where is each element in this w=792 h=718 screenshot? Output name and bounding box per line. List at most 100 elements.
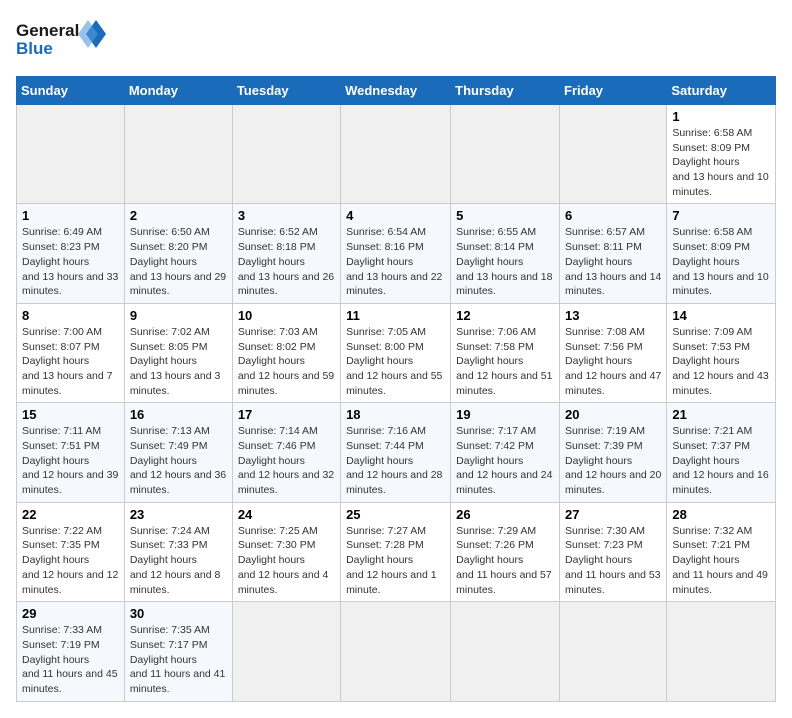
header: General Blue [16, 16, 776, 66]
sunrise-label: Sunrise: 7:08 AM [565, 326, 645, 338]
day-info: Sunrise: 7:35 AM Sunset: 7:17 PM Dayligh… [130, 623, 227, 696]
sunset-label: Sunset: 7:56 PM [565, 341, 643, 353]
day-number: 21 [672, 407, 770, 422]
calendar-cell: 19 Sunrise: 7:17 AM Sunset: 7:42 PM Dayl… [451, 403, 560, 502]
sunrise-label: Sunrise: 6:58 AM [672, 127, 752, 139]
weekday-sunday: Sunday [17, 77, 125, 105]
daylight-label: Daylight hours [456, 554, 523, 566]
calendar-cell: 20 Sunrise: 7:19 AM Sunset: 7:39 PM Dayl… [560, 403, 667, 502]
day-info: Sunrise: 7:33 AM Sunset: 7:19 PM Dayligh… [22, 623, 119, 696]
day-number: 22 [22, 507, 119, 522]
calendar-cell: 2 Sunrise: 6:50 AM Sunset: 8:20 PM Dayli… [124, 204, 232, 303]
sunrise-label: Sunrise: 6:54 AM [346, 226, 426, 238]
sunrise-label: Sunrise: 6:52 AM [238, 226, 318, 238]
daylight-label: Daylight hours [346, 455, 413, 467]
day-number: 8 [22, 308, 119, 323]
calendar-cell [124, 105, 232, 204]
day-info: Sunrise: 6:58 AM Sunset: 8:09 PM Dayligh… [672, 126, 770, 199]
daylight-value: and 12 hours and 36 minutes. [130, 469, 226, 496]
day-info: Sunrise: 6:54 AM Sunset: 8:16 PM Dayligh… [346, 225, 445, 298]
day-info: Sunrise: 7:14 AM Sunset: 7:46 PM Dayligh… [238, 424, 335, 497]
calendar-week-3: 15 Sunrise: 7:11 AM Sunset: 7:51 PM Dayl… [17, 403, 776, 502]
calendar-cell [232, 105, 340, 204]
sunset-label: Sunset: 7:35 PM [22, 539, 100, 551]
calendar-cell: 14 Sunrise: 7:09 AM Sunset: 7:53 PM Dayl… [667, 303, 776, 402]
calendar-cell [560, 105, 667, 204]
sunset-label: Sunset: 7:28 PM [346, 539, 424, 551]
calendar-cell: 1 Sunrise: 6:49 AM Sunset: 8:23 PM Dayli… [17, 204, 125, 303]
day-number: 20 [565, 407, 661, 422]
daylight-value: and 13 hours and 22 minutes. [346, 271, 442, 298]
day-info: Sunrise: 7:19 AM Sunset: 7:39 PM Dayligh… [565, 424, 661, 497]
calendar-cell: 16 Sunrise: 7:13 AM Sunset: 7:49 PM Dayl… [124, 403, 232, 502]
sunrise-label: Sunrise: 6:57 AM [565, 226, 645, 238]
day-number: 2 [130, 208, 227, 223]
sunrise-label: Sunrise: 7:14 AM [238, 425, 318, 437]
daylight-value: and 12 hours and 43 minutes. [672, 370, 768, 397]
day-number: 12 [456, 308, 554, 323]
day-info: Sunrise: 7:02 AM Sunset: 8:05 PM Dayligh… [130, 325, 227, 398]
daylight-label: Daylight hours [672, 554, 739, 566]
weekday-wednesday: Wednesday [341, 77, 451, 105]
daylight-value: and 13 hours and 3 minutes. [130, 370, 221, 397]
daylight-label: Daylight hours [672, 455, 739, 467]
calendar-cell [17, 105, 125, 204]
sunset-label: Sunset: 8:09 PM [672, 241, 750, 253]
day-number: 26 [456, 507, 554, 522]
sunset-label: Sunset: 8:18 PM [238, 241, 316, 253]
calendar-cell [560, 602, 667, 701]
sunset-label: Sunset: 7:49 PM [130, 440, 208, 452]
day-info: Sunrise: 7:27 AM Sunset: 7:28 PM Dayligh… [346, 524, 445, 597]
daylight-value: and 12 hours and 39 minutes. [22, 469, 118, 496]
daylight-label: Daylight hours [346, 355, 413, 367]
sunset-label: Sunset: 8:20 PM [130, 241, 208, 253]
daylight-label: Daylight hours [672, 355, 739, 367]
daylight-value: and 13 hours and 18 minutes. [456, 271, 552, 298]
calendar-cell: 21 Sunrise: 7:21 AM Sunset: 7:37 PM Dayl… [667, 403, 776, 502]
sunset-label: Sunset: 8:07 PM [22, 341, 100, 353]
day-number: 3 [238, 208, 335, 223]
sunset-label: Sunset: 7:51 PM [22, 440, 100, 452]
day-info: Sunrise: 7:16 AM Sunset: 7:44 PM Dayligh… [346, 424, 445, 497]
daylight-label: Daylight hours [130, 455, 197, 467]
daylight-value: and 11 hours and 45 minutes. [22, 668, 118, 695]
daylight-label: Daylight hours [565, 455, 632, 467]
daylight-value: and 12 hours and 28 minutes. [346, 469, 442, 496]
calendar-cell [451, 602, 560, 701]
daylight-label: Daylight hours [22, 256, 89, 268]
daylight-value: and 13 hours and 10 minutes. [672, 271, 768, 298]
daylight-value: and 12 hours and 1 minute. [346, 569, 437, 596]
sunset-label: Sunset: 7:33 PM [130, 539, 208, 551]
weekday-thursday: Thursday [451, 77, 560, 105]
day-number: 14 [672, 308, 770, 323]
weekday-tuesday: Tuesday [232, 77, 340, 105]
sunset-label: Sunset: 7:23 PM [565, 539, 643, 551]
sunset-label: Sunset: 7:21 PM [672, 539, 750, 551]
sunset-label: Sunset: 7:58 PM [456, 341, 534, 353]
day-info: Sunrise: 7:24 AM Sunset: 7:33 PM Dayligh… [130, 524, 227, 597]
day-info: Sunrise: 7:21 AM Sunset: 7:37 PM Dayligh… [672, 424, 770, 497]
daylight-value: and 11 hours and 53 minutes. [565, 569, 661, 596]
calendar-cell: 26 Sunrise: 7:29 AM Sunset: 7:26 PM Dayl… [451, 502, 560, 601]
day-number: 7 [672, 208, 770, 223]
calendar-cell: 7 Sunrise: 6:58 AM Sunset: 8:09 PM Dayli… [667, 204, 776, 303]
calendar-cell: 30 Sunrise: 7:35 AM Sunset: 7:17 PM Dayl… [124, 602, 232, 701]
day-number: 28 [672, 507, 770, 522]
daylight-value: and 13 hours and 10 minutes. [672, 171, 768, 198]
sunset-label: Sunset: 7:44 PM [346, 440, 424, 452]
daylight-value: and 12 hours and 16 minutes. [672, 469, 768, 496]
calendar-cell: 25 Sunrise: 7:27 AM Sunset: 7:28 PM Dayl… [341, 502, 451, 601]
sunset-label: Sunset: 7:17 PM [130, 639, 208, 651]
calendar-cell: 6 Sunrise: 6:57 AM Sunset: 8:11 PM Dayli… [560, 204, 667, 303]
daylight-value: and 12 hours and 59 minutes. [238, 370, 334, 397]
day-info: Sunrise: 7:09 AM Sunset: 7:53 PM Dayligh… [672, 325, 770, 398]
sunset-label: Sunset: 8:11 PM [565, 241, 642, 253]
calendar-cell: 23 Sunrise: 7:24 AM Sunset: 7:33 PM Dayl… [124, 502, 232, 601]
day-info: Sunrise: 6:50 AM Sunset: 8:20 PM Dayligh… [130, 225, 227, 298]
calendar-cell [451, 105, 560, 204]
calendar-cell: 3 Sunrise: 6:52 AM Sunset: 8:18 PM Dayli… [232, 204, 340, 303]
daylight-label: Daylight hours [346, 554, 413, 566]
calendar-cell: 22 Sunrise: 7:22 AM Sunset: 7:35 PM Dayl… [17, 502, 125, 601]
daylight-label: Daylight hours [672, 156, 739, 168]
sunrise-label: Sunrise: 7:27 AM [346, 525, 426, 537]
